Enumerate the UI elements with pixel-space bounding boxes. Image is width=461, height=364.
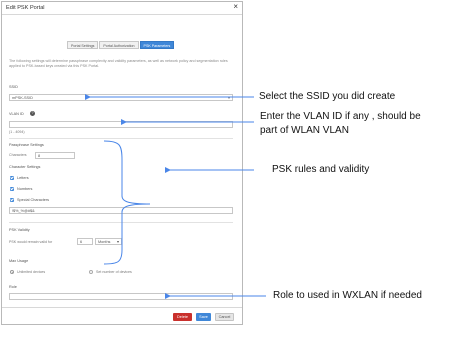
psk-bracket xyxy=(103,140,151,265)
vlan-annotation-line2: part of WLAN VLAN xyxy=(260,125,349,136)
ssid-annotation: Select the SSID you did create xyxy=(259,91,396,102)
vlan-annotation-line1: Enter the VLAN ID if any , should be xyxy=(260,111,421,122)
role-annotation: Role to used in WXLAN if needed xyxy=(273,290,422,301)
psk-annotation: PSK rules and validity xyxy=(272,164,370,175)
annotation-overlay xyxy=(85,94,266,299)
